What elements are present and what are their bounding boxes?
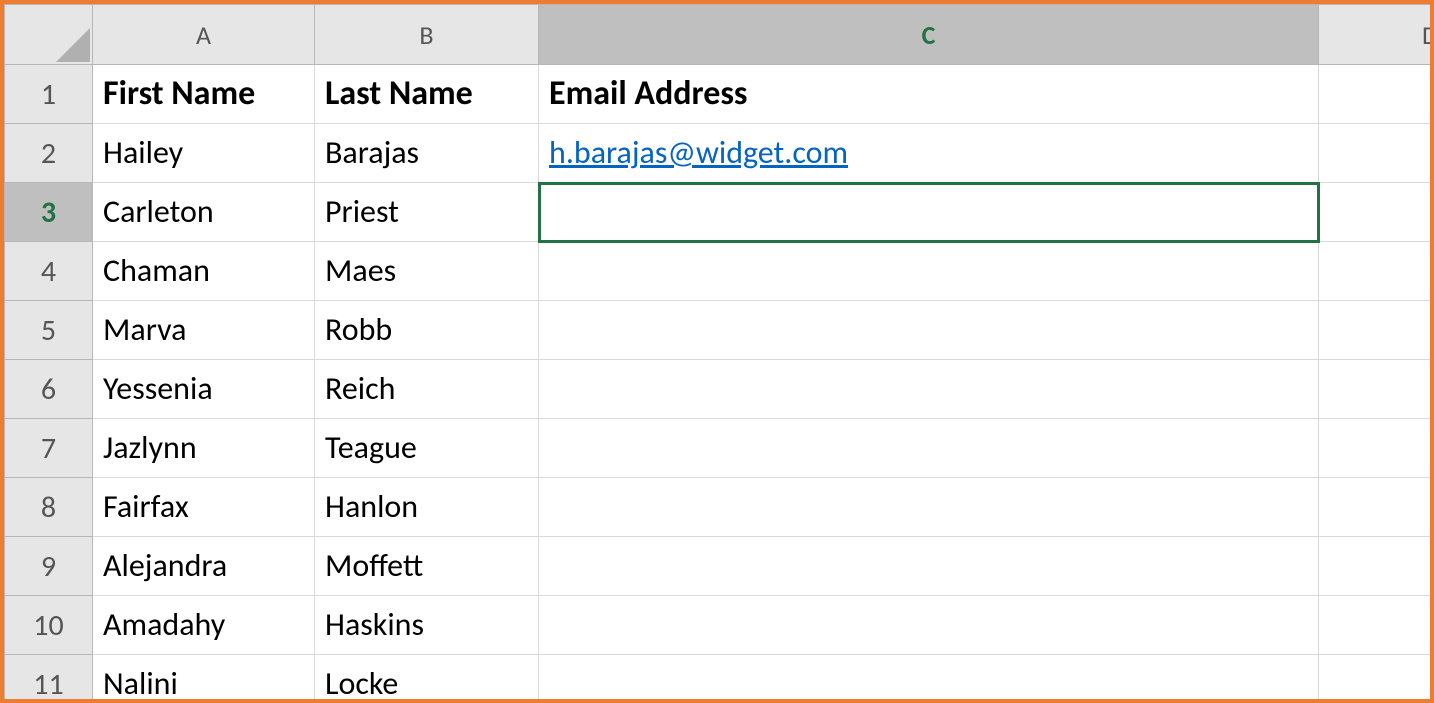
spreadsheet-grid[interactable]: A B C D 1 First Name Last Name Email Add… xyxy=(4,4,1434,703)
row-header-3[interactable]: 3 xyxy=(5,183,93,242)
cell-C9[interactable] xyxy=(539,537,1319,596)
row-header-8[interactable]: 8 xyxy=(5,478,93,537)
cell-C10[interactable] xyxy=(539,596,1319,655)
cell-A5[interactable]: Marva xyxy=(93,301,315,360)
row-header-6[interactable]: 6 xyxy=(5,360,93,419)
cell-A3[interactable]: Carleton xyxy=(93,183,315,242)
cell-B3[interactable]: Priest xyxy=(315,183,539,242)
spreadsheet-frame: A B C D 1 First Name Last Name Email Add… xyxy=(0,0,1434,703)
cell-D1[interactable] xyxy=(1319,65,1434,124)
row-header-9[interactable]: 9 xyxy=(5,537,93,596)
cell-B6[interactable]: Reich xyxy=(315,360,539,419)
cell-D6[interactable] xyxy=(1319,360,1434,419)
cell-C5[interactable] xyxy=(539,301,1319,360)
cell-C11[interactable] xyxy=(539,655,1319,703)
cell-B8[interactable]: Hanlon xyxy=(315,478,539,537)
cell-A1[interactable]: First Name xyxy=(93,65,315,124)
column-header-D[interactable]: D xyxy=(1319,5,1434,65)
row-header-11[interactable]: 11 xyxy=(5,655,93,703)
column-header-A[interactable]: A xyxy=(93,5,315,65)
cell-A11[interactable]: Nalini xyxy=(93,655,315,703)
cell-C2[interactable]: h.barajas@widget.com xyxy=(539,124,1319,183)
cell-D10[interactable] xyxy=(1319,596,1434,655)
cell-C8[interactable] xyxy=(539,478,1319,537)
cell-B2[interactable]: Barajas xyxy=(315,124,539,183)
cell-D2[interactable] xyxy=(1319,124,1434,183)
select-all-corner[interactable] xyxy=(5,5,93,65)
row-header-7[interactable]: 7 xyxy=(5,419,93,478)
cell-B1[interactable]: Last Name xyxy=(315,65,539,124)
row-header-5[interactable]: 5 xyxy=(5,301,93,360)
cell-A4[interactable]: Chaman xyxy=(93,242,315,301)
column-header-C[interactable]: C xyxy=(539,5,1319,65)
cell-D5[interactable] xyxy=(1319,301,1434,360)
cell-D3[interactable] xyxy=(1319,183,1434,242)
cell-C7[interactable] xyxy=(539,419,1319,478)
cell-D7[interactable] xyxy=(1319,419,1434,478)
cell-D11[interactable] xyxy=(1319,655,1434,703)
cell-B11[interactable]: Locke xyxy=(315,655,539,703)
cell-D8[interactable] xyxy=(1319,478,1434,537)
cell-D9[interactable] xyxy=(1319,537,1434,596)
select-all-triangle-icon xyxy=(56,28,90,62)
cell-C1[interactable]: Email Address xyxy=(539,65,1319,124)
cell-A9[interactable]: Alejandra xyxy=(93,537,315,596)
cell-C3[interactable] xyxy=(539,183,1319,242)
cell-A8[interactable]: Fairfax xyxy=(93,478,315,537)
row-header-2[interactable]: 2 xyxy=(5,124,93,183)
cell-A10[interactable]: Amadahy xyxy=(93,596,315,655)
cell-D4[interactable] xyxy=(1319,242,1434,301)
cell-B10[interactable]: Haskins xyxy=(315,596,539,655)
cell-B9[interactable]: Moffett xyxy=(315,537,539,596)
cell-B7[interactable]: Teague xyxy=(315,419,539,478)
cell-A6[interactable]: Yessenia xyxy=(93,360,315,419)
cell-B4[interactable]: Maes xyxy=(315,242,539,301)
row-header-10[interactable]: 10 xyxy=(5,596,93,655)
row-header-1[interactable]: 1 xyxy=(5,65,93,124)
cell-A2[interactable]: Hailey xyxy=(93,124,315,183)
cell-C4[interactable] xyxy=(539,242,1319,301)
cell-B5[interactable]: Robb xyxy=(315,301,539,360)
row-header-4[interactable]: 4 xyxy=(5,242,93,301)
cell-C6[interactable] xyxy=(539,360,1319,419)
column-header-B[interactable]: B xyxy=(315,5,539,65)
cell-A7[interactable]: Jazlynn xyxy=(93,419,315,478)
